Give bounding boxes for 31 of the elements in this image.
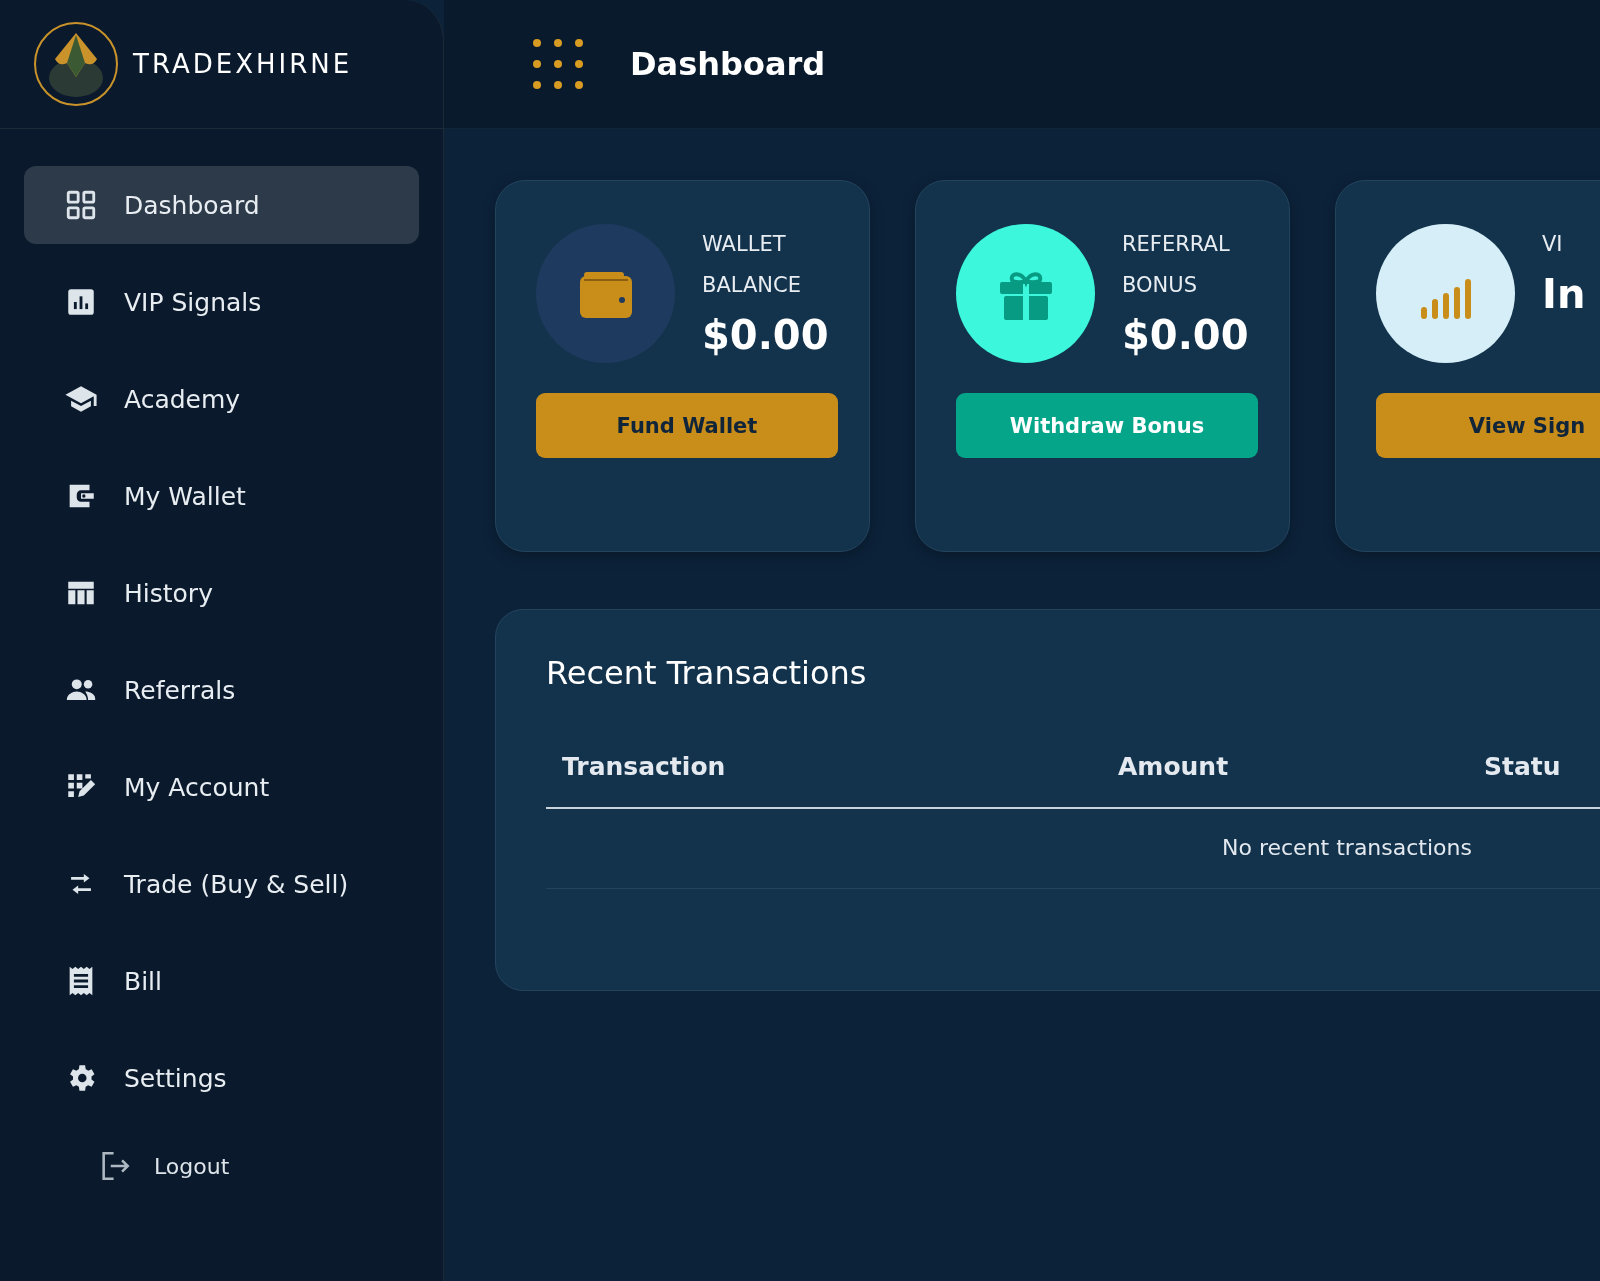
sidebar-item[interactable]: History bbox=[24, 554, 419, 632]
sidebar-item[interactable]: Academy bbox=[24, 360, 419, 438]
card-label: REFERRAL bbox=[1122, 231, 1231, 258]
card-value: $0.00 bbox=[1122, 312, 1249, 358]
card-value: In bbox=[1542, 271, 1586, 317]
column-header: Amount bbox=[1118, 752, 1229, 781]
card-label: BALANCE bbox=[702, 272, 802, 299]
page-title: Dashboard bbox=[630, 45, 826, 83]
card-label: VI bbox=[1542, 231, 1564, 258]
card-value: $0.00 bbox=[702, 312, 829, 358]
logout-link[interactable]: Logout bbox=[24, 1138, 236, 1194]
empty-message: No recent transactions bbox=[1222, 835, 1472, 860]
card-button[interactable]: View Sign bbox=[1376, 393, 1600, 458]
column-header: Statu bbox=[1484, 752, 1561, 781]
logo-icon bbox=[33, 21, 119, 107]
sidebar-item[interactable]: Dashboard bbox=[24, 166, 419, 244]
column-header: Transaction bbox=[562, 752, 726, 781]
sidebar-item[interactable]: Referrals bbox=[24, 651, 419, 729]
sidebar-item[interactable]: Settings bbox=[24, 1039, 419, 1117]
sidebar-item[interactable]: Trade (Buy & Sell) bbox=[24, 845, 419, 923]
card-label: WALLET bbox=[702, 231, 787, 258]
sidebar-item[interactable]: My Wallet bbox=[24, 457, 419, 535]
grid-dots-icon[interactable] bbox=[532, 38, 584, 90]
brand-name: TRADEXHIRNE bbox=[133, 49, 353, 79]
sidebar-item[interactable]: Bill bbox=[24, 942, 419, 1020]
sidebar-item[interactable]: My Account bbox=[24, 748, 419, 826]
sidebar-item[interactable]: VIP Signals bbox=[24, 263, 419, 341]
nav-icon bbox=[64, 188, 98, 222]
panel-title: Recent Transactions bbox=[546, 654, 868, 692]
card-button[interactable]: Fund Wallet bbox=[536, 393, 838, 458]
card-label: BONUS bbox=[1122, 272, 1198, 299]
